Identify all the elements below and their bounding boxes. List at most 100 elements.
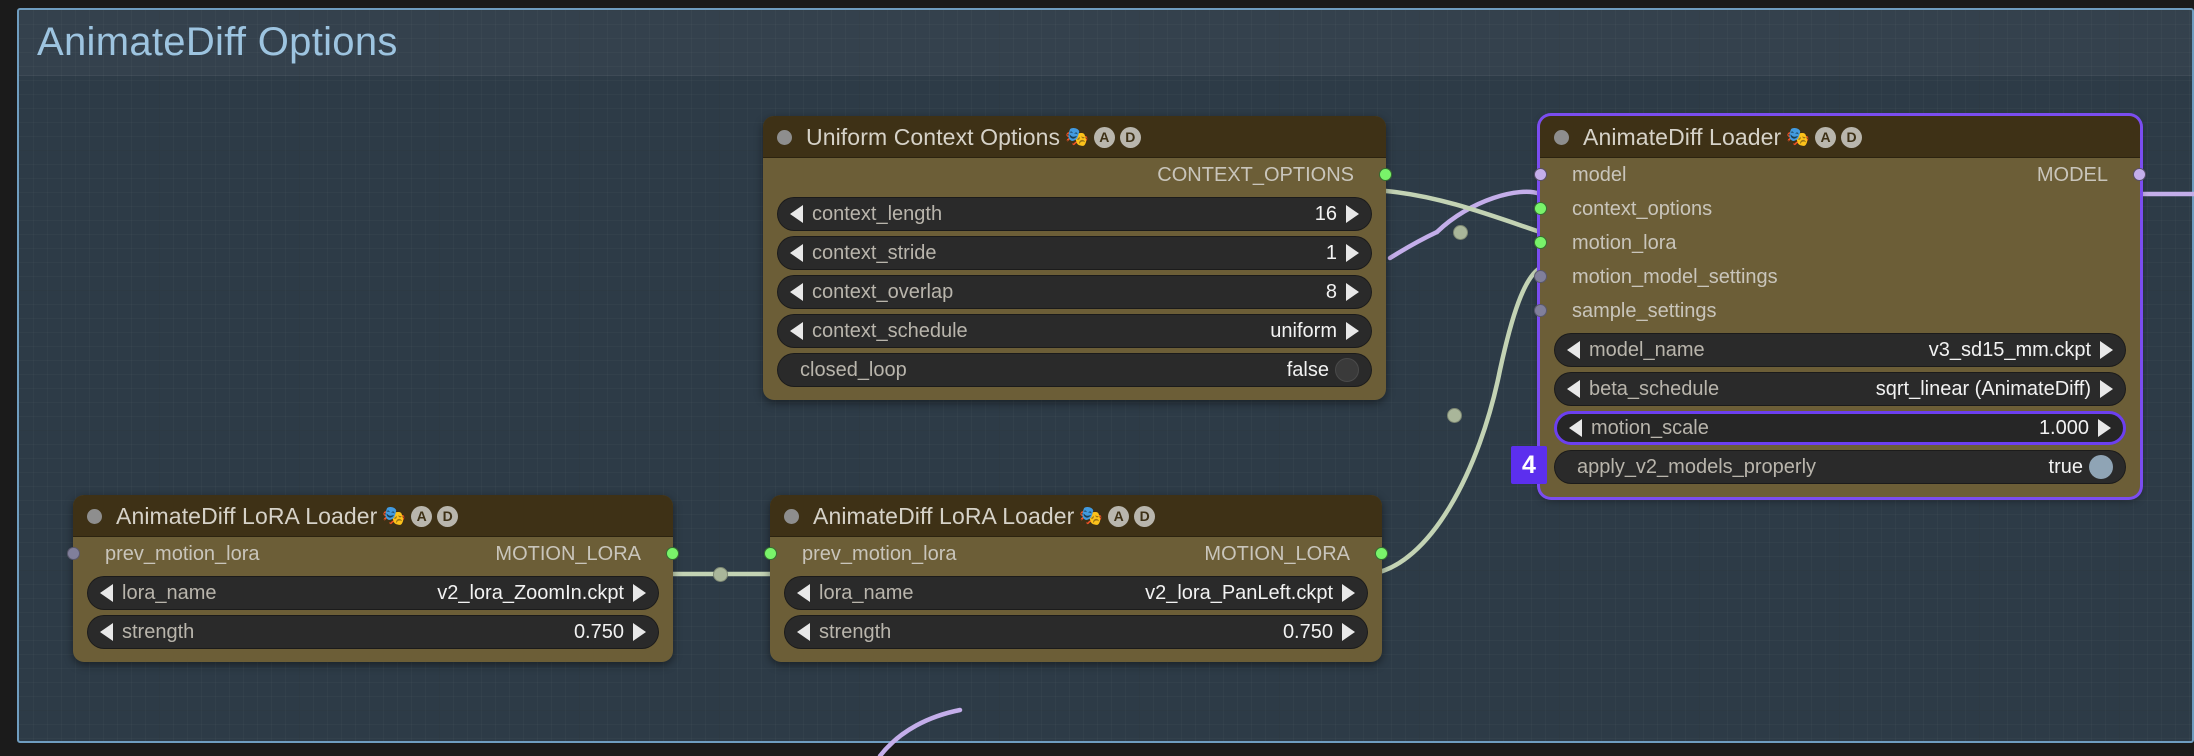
toggle-knob-icon[interactable]: [2089, 455, 2113, 479]
output-slot-dot-motion-lora[interactable]: [1375, 547, 1388, 560]
increment-arrow-icon[interactable]: [633, 623, 646, 641]
widget-value: 0.750: [1282, 620, 1333, 643]
node-animatediff-loader[interactable]: AnimateDiff Loader 🎭 A D model MODEL con…: [1534, 116, 2146, 497]
slot-row-motion-model-settings[interactable]: motion_model_settings: [1534, 260, 2140, 294]
increment-arrow-icon[interactable]: [2100, 380, 2113, 398]
collapse-toggle-icon[interactable]: [777, 129, 792, 145]
input-slot-label: motion_model_settings: [1572, 265, 1778, 288]
slot-row-motion-lora[interactable]: motion_lora: [1534, 226, 2140, 260]
node-body: model MODEL context_options motion_lora …: [1534, 158, 2146, 497]
widget-beta-schedule[interactable]: beta_schedule sqrt_linear (AnimateDiff): [1554, 372, 2126, 406]
node-body: CONTEXT_OPTIONS context_length 16 contex…: [763, 158, 1392, 400]
node-graph-canvas[interactable]: AnimateDiff Options Uniform Context Opti…: [0, 0, 2194, 756]
node-title: AnimateDiff LoRA Loader 🎭 A D: [116, 503, 459, 530]
widget-context-length[interactable]: context_length 16: [777, 197, 1372, 231]
widget-apply-v2-models-properly[interactable]: apply_v2_models_properly true: [1554, 450, 2126, 484]
node-header[interactable]: AnimateDiff LoRA Loader 🎭 A D: [73, 495, 673, 537]
decrement-arrow-icon[interactable]: [790, 244, 803, 262]
widget-value: 8: [1325, 280, 1337, 303]
decrement-arrow-icon[interactable]: [797, 584, 810, 602]
widget-strength[interactable]: strength 0.750: [87, 615, 659, 649]
widget-lora-name[interactable]: lora_name v2_lora_PanLeft.ckpt: [784, 576, 1368, 610]
output-slot-label: MODEL: [2036, 163, 2108, 186]
widget-context-stride[interactable]: context_stride 1: [777, 236, 1372, 270]
decrement-arrow-icon[interactable]: [790, 205, 803, 223]
node-uniform-context-options[interactable]: Uniform Context Options 🎭 A D CONTEXT_OP…: [763, 116, 1392, 400]
input-slot-dot-motion-model-settings[interactable]: [1534, 270, 1547, 283]
badge-a-icon: A: [411, 505, 433, 527]
collapse-toggle-icon[interactable]: [1554, 129, 1569, 145]
input-slot-dot-context-options[interactable]: [1534, 202, 1547, 215]
widget-label: lora_name: [122, 581, 217, 604]
toggle-knob-icon[interactable]: [1335, 358, 1359, 382]
decrement-arrow-icon[interactable]: [100, 584, 113, 602]
decrement-arrow-icon[interactable]: [1567, 380, 1580, 398]
collapse-toggle-icon[interactable]: [87, 508, 102, 524]
node-header[interactable]: Uniform Context Options 🎭 A D: [763, 116, 1386, 158]
badge-d-icon: D: [1119, 126, 1141, 148]
decrement-arrow-icon[interactable]: [100, 623, 113, 641]
increment-arrow-icon[interactable]: [2098, 419, 2111, 437]
widget-value: v2_lora_PanLeft.ckpt: [1145, 581, 1333, 604]
widget-label: context_overlap: [812, 280, 954, 303]
node-header[interactable]: AnimateDiff LoRA Loader 🎭 A D: [770, 495, 1382, 537]
node-animatediff-lora-loader-2[interactable]: AnimateDiff LoRA Loader 🎭 A D prev_motio…: [764, 495, 1388, 662]
widget-lora-name[interactable]: lora_name v2_lora_ZoomIn.ckpt: [87, 576, 659, 610]
group-title: AnimateDiff Options: [37, 20, 398, 64]
increment-arrow-icon[interactable]: [1346, 283, 1359, 301]
input-slot-dot-motion-lora[interactable]: [1534, 236, 1547, 249]
slot-row-context-options[interactable]: context_options: [1534, 192, 2140, 226]
input-slot-label: sample_settings: [1572, 299, 1717, 322]
output-slot-context-options[interactable]: CONTEXT_OPTIONS: [763, 158, 1392, 192]
increment-arrow-icon[interactable]: [1346, 244, 1359, 262]
input-slot-dot-model[interactable]: [1534, 168, 1547, 181]
widget-context-overlap[interactable]: context_overlap 8: [777, 275, 1372, 309]
increment-arrow-icon[interactable]: [1346, 205, 1359, 223]
increment-arrow-icon[interactable]: [1342, 623, 1355, 641]
badge-a-icon: A: [1108, 505, 1130, 527]
widget-label: strength: [819, 620, 892, 643]
widget-value: false: [1286, 358, 1329, 381]
increment-arrow-icon[interactable]: [2100, 341, 2113, 359]
theater-masks-icon: 🎭: [382, 505, 407, 527]
decrement-arrow-icon[interactable]: [790, 283, 803, 301]
decrement-arrow-icon[interactable]: [1567, 341, 1580, 359]
output-slot-label: MOTION_LORA: [495, 542, 641, 565]
node-title: Uniform Context Options 🎭 A D: [806, 124, 1141, 151]
slot-row-prev-motion-lora[interactable]: prev_motion_lora MOTION_LORA: [764, 537, 1388, 571]
widget-strength[interactable]: strength 0.750: [784, 615, 1368, 649]
decrement-arrow-icon[interactable]: [790, 322, 803, 340]
input-slot-dot-prev-motion-lora[interactable]: [67, 547, 80, 560]
input-slot-dot-sample-settings[interactable]: [1534, 304, 1547, 317]
badge-a-icon: A: [1093, 126, 1115, 148]
slot-row-model[interactable]: model MODEL: [1534, 158, 2146, 192]
node-title: AnimateDiff Loader 🎭 A D: [1583, 123, 1863, 151]
increment-arrow-icon[interactable]: [1342, 584, 1355, 602]
widget-label: context_stride: [812, 241, 937, 264]
output-slot-dot-model[interactable]: [2133, 168, 2146, 181]
link-midpoint-dot[interactable]: [713, 567, 728, 582]
input-slot-dot-prev-motion-lora[interactable]: [764, 547, 777, 560]
link-midpoint-dot[interactable]: [1453, 225, 1468, 240]
node-animatediff-lora-loader-1[interactable]: AnimateDiff LoRA Loader 🎭 A D prev_motio…: [67, 495, 679, 662]
slot-row-prev-motion-lora[interactable]: prev_motion_lora MOTION_LORA: [67, 537, 679, 571]
slot-row-sample-settings[interactable]: sample_settings: [1534, 294, 2140, 328]
widget-context-schedule[interactable]: context_schedule uniform: [777, 314, 1372, 348]
decrement-arrow-icon[interactable]: [1569, 419, 1582, 437]
node-header[interactable]: AnimateDiff Loader 🎭 A D: [1540, 116, 2140, 158]
widget-closed-loop[interactable]: closed_loop false: [777, 353, 1372, 387]
theater-masks-icon: 🎭: [1079, 505, 1104, 527]
node-body: prev_motion_lora MOTION_LORA lora_name v…: [764, 537, 1388, 662]
widget-value: 1.000: [2038, 416, 2089, 439]
node-title-text: AnimateDiff Loader: [1583, 123, 1782, 150]
widget-model-name[interactable]: model_name v3_sd15_mm.ckpt: [1554, 333, 2126, 367]
collapse-toggle-icon[interactable]: [784, 508, 799, 524]
increment-arrow-icon[interactable]: [633, 584, 646, 602]
output-slot-dot-motion-lora[interactable]: [666, 547, 679, 560]
widget-label: context_schedule: [812, 319, 968, 342]
output-slot-dot[interactable]: [1379, 168, 1392, 181]
widget-motion-scale[interactable]: motion_scale 1.000: [1554, 411, 2126, 445]
increment-arrow-icon[interactable]: [1346, 322, 1359, 340]
link-midpoint-dot[interactable]: [1447, 408, 1462, 423]
decrement-arrow-icon[interactable]: [797, 623, 810, 641]
